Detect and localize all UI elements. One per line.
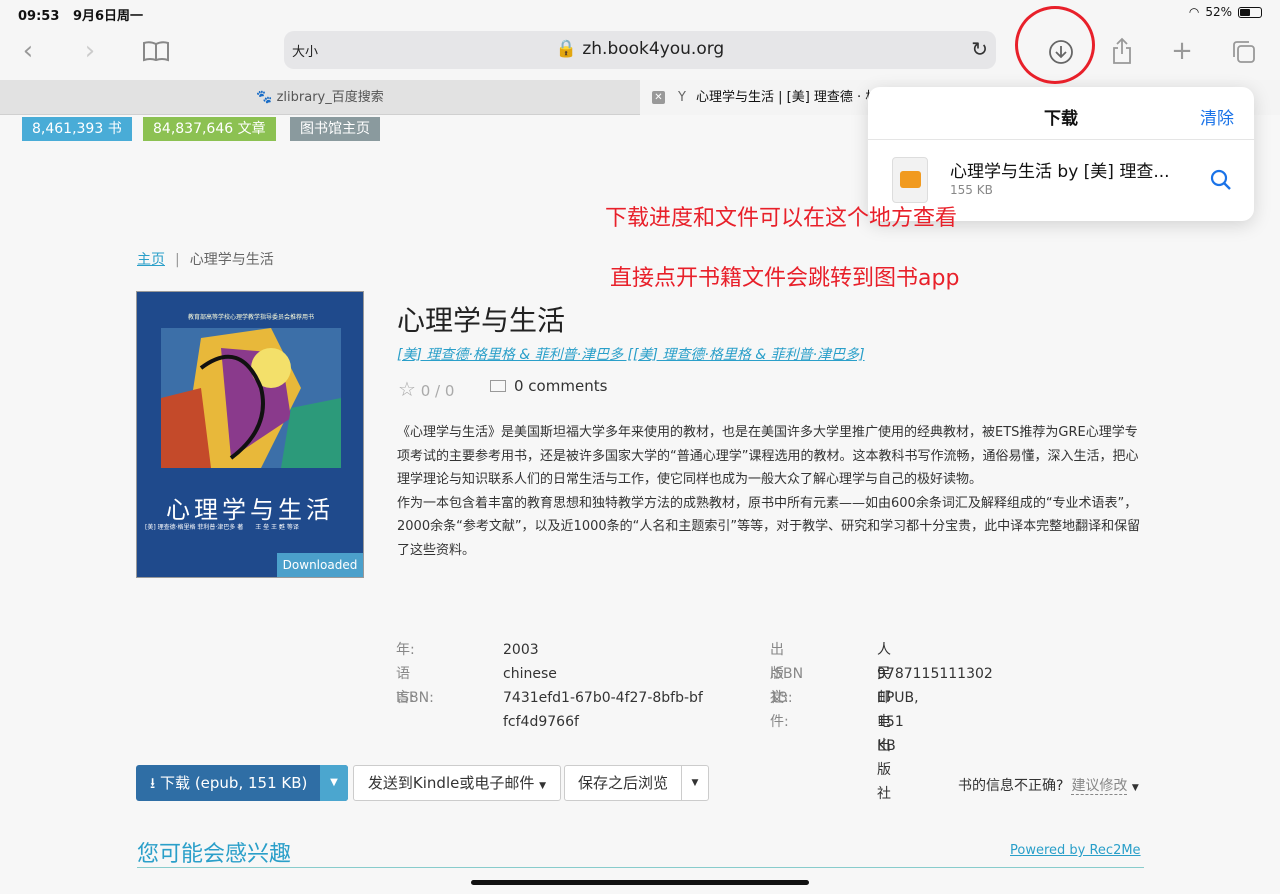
language-value: chinese (503, 666, 557, 682)
breadcrumb-home[interactable]: 主页 (137, 252, 165, 268)
download-button[interactable]: ⭳ 下载 (epub, 151 KB) ▼ (136, 765, 348, 801)
baidu-icon: 🐾 (256, 90, 273, 105)
book-cover[interactable]: 教育部高等学校心理学教学指导委员会推荐用书 心理学与生活 [美] 理查德·格里格… (136, 291, 364, 578)
address-bar[interactable]: 大小 🔒 zh.book4you.org ↻ (284, 31, 996, 69)
search-icon[interactable] (1210, 169, 1232, 191)
incorrect-info-text: 书的信息不正确? (958, 778, 1064, 794)
clear-downloads-button[interactable]: 清除 (1200, 104, 1234, 129)
new-tab-icon[interactable]: + (1164, 34, 1200, 70)
powered-by-link[interactable]: Powered by Rec2Me (1010, 843, 1141, 858)
download-options-caret[interactable]: ▼ (320, 765, 348, 801)
download-file-size: 155 KB (950, 183, 993, 197)
tab-baidu[interactable]: 🐾 zlibrary_百度搜索 (0, 80, 640, 115)
comment-icon (490, 380, 506, 392)
isbn13-value: 9787115111302 (877, 666, 993, 682)
incorrect-info: 书的信息不正确? 建议修改 ▼ (958, 775, 1139, 795)
send-to-kindle-button[interactable]: 发送到Kindle或电子邮件 ▼ (353, 765, 561, 801)
articles-count-badge[interactable]: 84,837,646 文章 (143, 117, 276, 141)
home-indicator[interactable] (471, 880, 809, 885)
books-count-badge[interactable]: 8,461,393 书 (22, 117, 132, 141)
bookmarks-icon[interactable] (138, 34, 174, 70)
suggest-edit-link[interactable]: 建议修改 (1071, 778, 1128, 795)
share-icon[interactable] (1104, 34, 1140, 70)
download-icon: ⭳ (150, 774, 156, 792)
rating[interactable]: ☆ 0 / 0 (398, 377, 454, 401)
book-description: 《心理学与生活》是美国斯坦福大学多年来使用的教材，也是在美国许多大学里推广使用的… (397, 421, 1145, 562)
reload-icon[interactable]: ↻ (971, 37, 988, 61)
comments-count: 0 comments (514, 377, 608, 395)
year-label: 年: (396, 642, 415, 658)
cover-authors: [美] 理查德·格里格 菲利普·津巴多 著 王 垒 王 甦 等译 (145, 524, 299, 531)
zlib-icon: Y (678, 90, 686, 105)
status-right: ◠ 52% (1189, 5, 1262, 19)
status-date: 9月6日周一 (72, 9, 144, 24)
battery-fill (1240, 8, 1250, 16)
breadcrumb-current: 心理学与生活 (189, 252, 274, 268)
year-value: 2003 (503, 642, 539, 658)
isbn-label: ISBN: (396, 690, 434, 706)
star-icon[interactable]: ☆ (398, 377, 416, 401)
status-time: 09:53 9月6日周一 (18, 9, 144, 24)
book-file-icon[interactable] (892, 157, 928, 203)
url-text: 🔒 zh.book4you.org (555, 39, 725, 59)
isbn-value: 7431efd1-67b0-4f27-8bfb-bffcf4d9766f (503, 690, 703, 730)
file-label: 文件: (770, 690, 789, 730)
file-value: EPUB, 151 KB (877, 690, 919, 754)
cover-title: 心理学与生活 (166, 496, 334, 524)
downloads-title: 下载 (1044, 109, 1078, 129)
save-later-caret[interactable]: ▼ (681, 765, 709, 801)
battery-icon (1238, 6, 1262, 18)
comments[interactable]: 0 comments (490, 377, 607, 395)
save-later-button[interactable]: 保存之后浏览 (564, 765, 682, 801)
book-author[interactable]: [美] 理查德·格里格 & 菲利普·津巴多 [[美] 理查德·格里格 & 菲利普… (397, 344, 865, 364)
forward-icon[interactable]: › (72, 34, 108, 70)
cover-artwork (161, 328, 341, 468)
cover-series: 教育部高等学校心理学教学指导委员会推荐用书 (187, 314, 314, 321)
chevron-down-icon: ▼ (539, 781, 547, 791)
battery-percent: 52% (1205, 5, 1232, 19)
annotation-note-1: 下载进度和文件可以在这个地方查看 (605, 206, 958, 231)
annotation-note-2: 直接点开书籍文件会跳转到图书app (610, 266, 960, 291)
breadcrumb-separator: | (175, 252, 180, 268)
wifi-icon: ◠ (1188, 5, 1200, 19)
annotation-circle (1015, 6, 1095, 84)
books-app-icon (900, 171, 921, 188)
downloaded-badge: Downloaded (277, 553, 363, 577)
description-paragraph-2: 作为一本包含着丰富的教育思想和独特教学方法的成熟教材，原书中所有元素——如由60… (397, 495, 1141, 558)
description-paragraph-1: 《心理学与生活》是美国斯坦福大学多年来使用的教材，也是在美国许多大学里推广使用的… (397, 425, 1139, 487)
section-divider (137, 867, 1144, 868)
chevron-down-icon: ▼ (1131, 783, 1139, 793)
book-title: 心理学与生活 (397, 304, 566, 337)
download-button-label: ⭳ 下载 (epub, 151 KB) (150, 774, 308, 792)
tabs-overview-icon[interactable] (1226, 34, 1262, 70)
rating-value: 0 / 0 (420, 382, 455, 400)
download-file-name[interactable]: 心理学与生活 by [美] 理查... (950, 157, 1170, 182)
close-tab-icon[interactable]: ✕ (652, 91, 665, 104)
popover-divider (868, 139, 1254, 140)
breadcrumb: 主页 | 心理学与生活 (137, 249, 274, 269)
back-icon[interactable]: ‹ (10, 34, 46, 70)
recommend-title: 您可能会感兴趣 (137, 842, 292, 867)
library-home-badge[interactable]: 图书馆主页 (290, 117, 380, 141)
